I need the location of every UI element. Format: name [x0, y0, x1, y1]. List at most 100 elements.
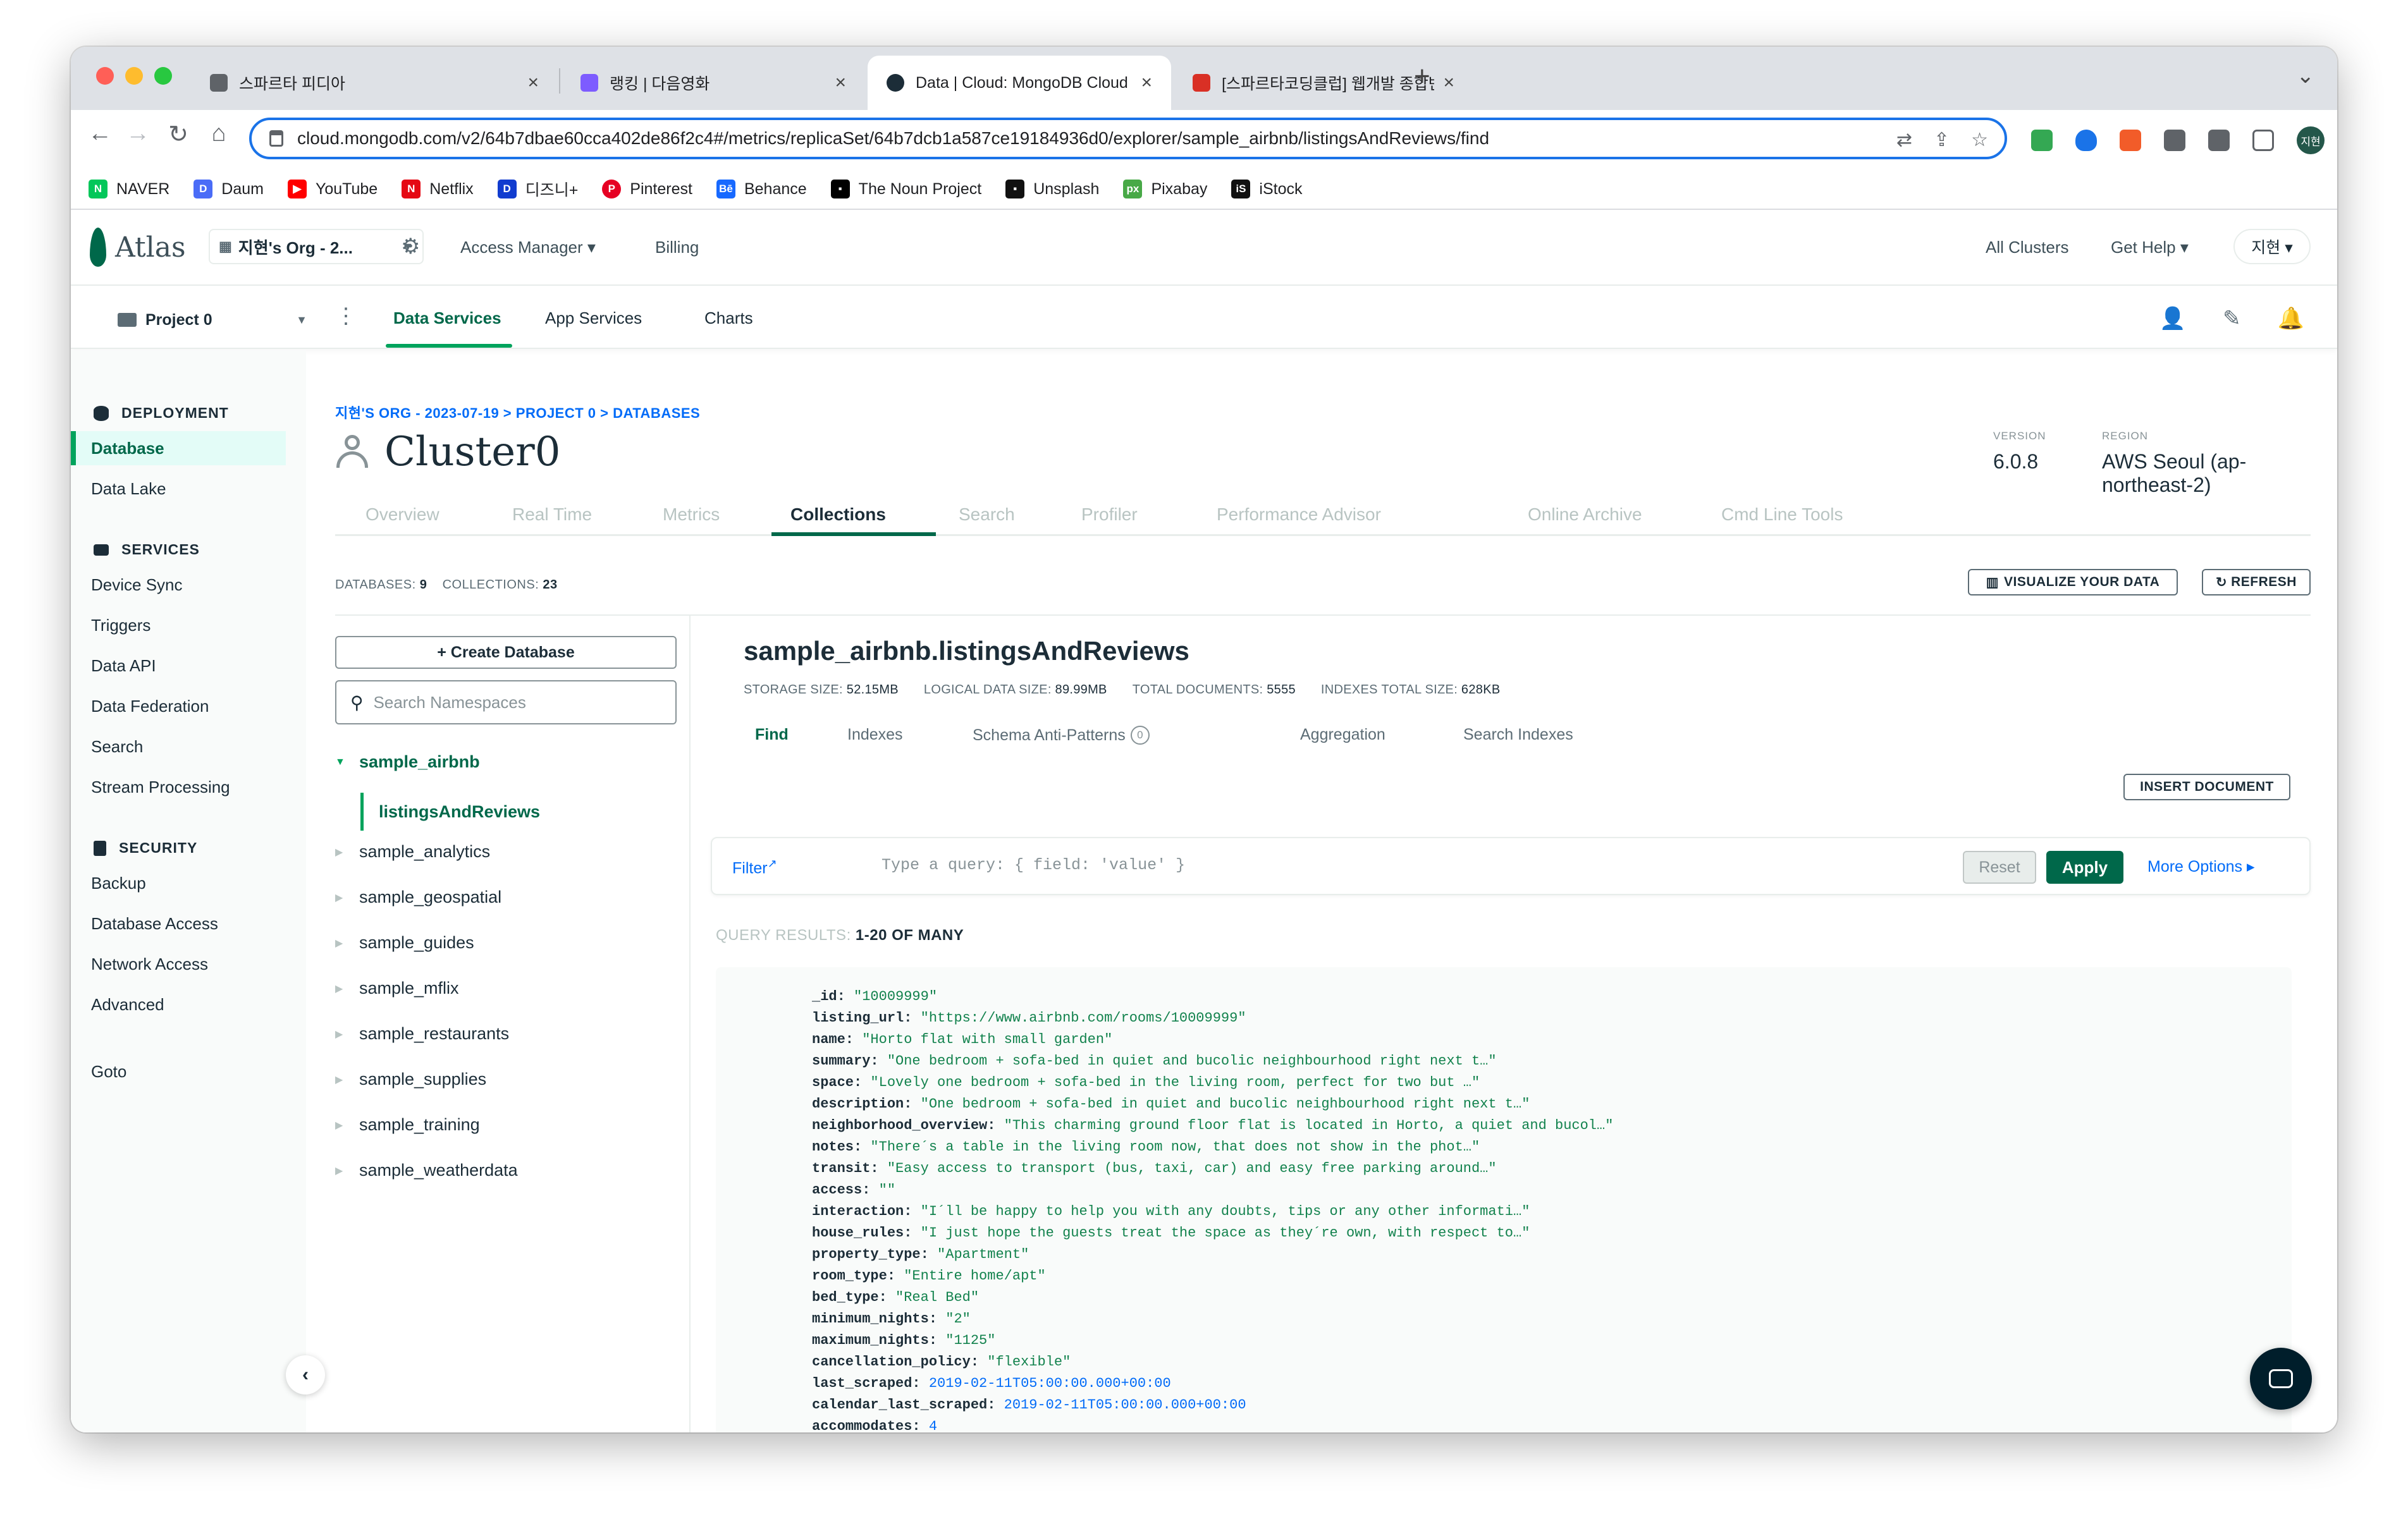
- billing-link[interactable]: Billing: [655, 238, 699, 257]
- tab-app-services[interactable]: App Services: [545, 308, 642, 328]
- minimize-window-button[interactable]: [125, 67, 143, 85]
- bookmark-daum[interactable]: D Daum: [194, 180, 264, 198]
- address-bar[interactable]: cloud.mongodb.com/v2/64b7dbae60cca402de8…: [249, 118, 2007, 159]
- database-sample-supplies[interactable]: ▶ sample_supplies: [335, 1070, 486, 1089]
- database-sample-guides[interactable]: ▶ sample_guides: [335, 933, 474, 953]
- translate-icon[interactable]: ⇄: [1896, 129, 1912, 151]
- close-tab-icon[interactable]: ×: [1443, 72, 1454, 94]
- bookmark-youtube[interactable]: ▶ YouTube: [287, 180, 378, 198]
- tab-search-indexes[interactable]: Search Indexes: [1463, 726, 1573, 744]
- sidebar-item-triggers[interactable]: Triggers: [91, 608, 306, 642]
- atlas-logo[interactable]: Atlas: [90, 228, 186, 267]
- tab-overview[interactable]: Overview: [366, 504, 439, 525]
- database-sample-restaurants[interactable]: ▶ sample_restaurants: [335, 1024, 509, 1044]
- reload-button[interactable]: ↻: [159, 120, 197, 149]
- tab-aggregation[interactable]: Aggregation: [1300, 726, 1385, 744]
- refresh-button[interactable]: ↻ REFRESH: [2202, 569, 2311, 595]
- sidebar-item-search[interactable]: Search: [91, 729, 306, 764]
- filter-query-input[interactable]: Type a query: { field: 'value' }: [882, 856, 1185, 874]
- activity-feed-icon[interactable]: ✎: [2223, 306, 2241, 331]
- more-options-link[interactable]: More Options ▸: [2147, 857, 2255, 876]
- project-selector[interactable]: Project 0 ▼: [118, 306, 307, 334]
- sidebar-item-database-access[interactable]: Database Access: [91, 906, 306, 941]
- new-tab-button[interactable]: +: [1414, 61, 1430, 92]
- bookmark-unsplash[interactable]: ▪ Unsplash: [1005, 180, 1099, 198]
- sidebar-item-stream-processing[interactable]: Stream Processing: [91, 770, 306, 804]
- lock-icon[interactable]: [269, 130, 283, 147]
- tab-indexes[interactable]: Indexes: [847, 726, 903, 744]
- sidebar-item-backup[interactable]: Backup: [91, 866, 306, 900]
- tab-find[interactable]: Find: [755, 726, 789, 744]
- insert-document-button[interactable]: INSERT DOCUMENT: [2123, 774, 2290, 800]
- media-queue-icon[interactable]: [2208, 130, 2230, 151]
- bookmark-naver[interactable]: N NAVER: [89, 180, 169, 198]
- create-database-button[interactable]: + Create Database: [335, 636, 677, 669]
- filter-link[interactable]: Filter↗: [732, 857, 777, 877]
- home-button[interactable]: ⌂: [200, 120, 238, 147]
- visualize-data-button[interactable]: ▥ VISUALIZE YOUR DATA: [1968, 569, 2178, 595]
- close-tab-icon[interactable]: ×: [527, 72, 539, 94]
- sidebar-item-data-lake[interactable]: Data Lake: [91, 472, 306, 506]
- bookmark-pinterest[interactable]: P Pinterest: [602, 180, 692, 198]
- tab-search-icon[interactable]: ⌄: [2297, 63, 2315, 89]
- tab-collections[interactable]: Collections: [790, 504, 886, 525]
- apply-button[interactable]: Apply: [2046, 851, 2123, 884]
- access-manager-menu[interactable]: Access Manager ▾: [460, 238, 596, 257]
- database-sample-weatherdata[interactable]: ▶ sample_weatherdata: [335, 1161, 518, 1180]
- gear-icon[interactable]: ⚙: [401, 234, 420, 259]
- org-selector[interactable]: ▦ 지현's Org - 2... ▼: [209, 229, 424, 264]
- puzzle-icon[interactable]: [2164, 130, 2185, 151]
- bell-icon[interactable]: 🔔: [2278, 306, 2304, 331]
- maximize-window-button[interactable]: [154, 67, 172, 85]
- sidebar-item-data-federation[interactable]: Data Federation: [91, 689, 306, 723]
- tab-online-archive[interactable]: Online Archive: [1528, 504, 1642, 525]
- get-help-menu[interactable]: Get Help ▾: [2111, 238, 2189, 257]
- forward-button[interactable]: →: [119, 120, 157, 147]
- user-menu-button[interactable]: 지현 ▾: [2233, 229, 2311, 264]
- extension-ex-icon[interactable]: [2120, 130, 2141, 151]
- project-options-icon[interactable]: ⋮: [335, 303, 357, 329]
- extension-shield-icon[interactable]: [2075, 130, 2097, 151]
- all-clusters-link[interactable]: All Clusters: [1986, 238, 2068, 257]
- browser-tab-active[interactable]: Data | Cloud: MongoDB Cloud ×: [868, 56, 1171, 110]
- search-namespaces-input[interactable]: [373, 692, 652, 712]
- database-sample-geospatial[interactable]: ▶ sample_geospatial: [335, 888, 501, 907]
- bookmark-star-icon[interactable]: ☆: [1971, 129, 1988, 151]
- share-icon[interactable]: ⇪: [1934, 129, 1950, 151]
- tab-cmd-line-tools[interactable]: Cmd Line Tools: [1721, 504, 1843, 525]
- collection-listings-and-reviews[interactable]: listingsAndReviews: [360, 793, 540, 831]
- sidebar-item-network-access[interactable]: Network Access: [91, 947, 306, 981]
- database-sample-mflix[interactable]: ▶ sample_mflix: [335, 979, 459, 998]
- browser-tab-2[interactable]: 랭킹 | 다음영화 ×: [562, 56, 865, 110]
- reset-button[interactable]: Reset: [1963, 851, 2036, 884]
- tab-schema-anti-patterns[interactable]: Schema Anti-Patterns 0: [973, 726, 1150, 745]
- bookmark-netflix[interactable]: N Netflix: [402, 180, 474, 198]
- sidebar-item-database[interactable]: Database: [71, 431, 286, 465]
- document-card[interactable]: _id: "10009999" listing_url: "https://www…: [716, 967, 2292, 1432]
- collapse-sidebar-button[interactable]: ‹: [286, 1355, 325, 1395]
- profile-avatar[interactable]: 지현: [2297, 126, 2325, 154]
- database-sample-training[interactable]: ▶ sample_training: [335, 1115, 480, 1135]
- side-panel-icon[interactable]: [2252, 130, 2274, 151]
- bookmark-disney[interactable]: D 디즈니+: [497, 178, 578, 200]
- bookmark-istock[interactable]: iS iStock: [1231, 180, 1303, 198]
- back-button[interactable]: ←: [81, 120, 119, 147]
- close-window-button[interactable]: [96, 67, 114, 85]
- bookmark-pixabay[interactable]: px Pixabay: [1123, 180, 1207, 198]
- tab-charts[interactable]: Charts: [704, 308, 753, 328]
- tab-profiler[interactable]: Profiler: [1081, 504, 1138, 525]
- database-sample-airbnb[interactable]: ▼ sample_airbnb: [335, 752, 480, 772]
- invite-user-icon[interactable]: 👤: [2159, 306, 2186, 331]
- sidebar-item-data-api[interactable]: Data API: [91, 649, 306, 683]
- browser-tab-1[interactable]: 스파르타 피디아 ×: [191, 56, 558, 110]
- close-tab-icon[interactable]: ×: [1141, 72, 1152, 94]
- sidebar-item-device-sync[interactable]: Device Sync: [91, 568, 306, 602]
- extension-screen-icon[interactable]: [2031, 130, 2053, 151]
- sidebar-item-goto[interactable]: Goto: [91, 1054, 306, 1089]
- close-tab-icon[interactable]: ×: [835, 72, 846, 94]
- bookmark-behance[interactable]: Bē Behance: [716, 180, 807, 198]
- database-sample-analytics[interactable]: ▶ sample_analytics: [335, 842, 490, 862]
- chat-support-button[interactable]: [2250, 1348, 2312, 1410]
- bookmark-noun-project[interactable]: ▪ The Noun Project: [830, 180, 981, 198]
- tab-real-time[interactable]: Real Time: [512, 504, 592, 525]
